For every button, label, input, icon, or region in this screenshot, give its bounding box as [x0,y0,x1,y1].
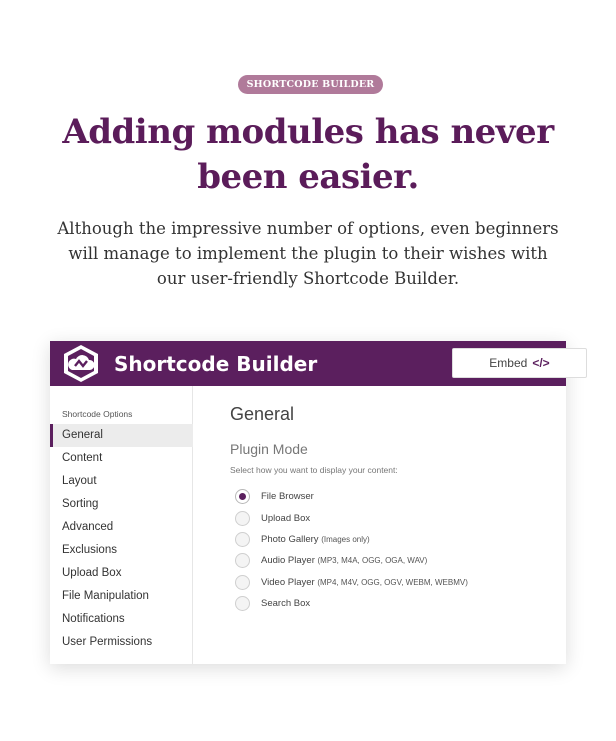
option-label: Photo Gallery (Images only) [261,533,370,545]
radio-button[interactable] [235,596,250,612]
option-note: (MP4, M4V, OGG, OGV, WEBM, WEBMV) [317,577,468,587]
option-file-browser[interactable]: File Browser [235,486,468,507]
radio-button[interactable] [235,553,250,569]
sidebar-item-exclusions[interactable]: Exclusions [50,539,193,562]
plugin-mode-options: File Browser Upload Box Photo Gallery (I… [235,486,468,614]
plugin-mode-helper: Select how you want to display your cont… [230,465,398,475]
plugin-mode-title: Plugin Mode [230,441,308,457]
embed-button-label: Embed [489,356,528,370]
cloud-logo-icon [64,345,98,382]
option-label: Upload Box [261,512,311,524]
option-photo-gallery[interactable]: Photo Gallery (Images only) [235,529,468,550]
option-label: Search Box [261,598,311,610]
code-icon: </> [532,356,550,370]
sidebar-item-upload-box[interactable]: Upload Box [50,562,193,585]
option-upload-box[interactable]: Upload Box [235,507,468,528]
section-badge: SHORTCODE BUILDER [238,75,383,94]
radio-button[interactable] [235,531,250,547]
headline-line-1: Adding modules has never [62,112,554,152]
radio-button[interactable] [235,574,250,590]
section-title: General [230,404,295,424]
sidebar-item-content[interactable]: Content [50,447,193,470]
sidebar-item-file-manipulation[interactable]: File Manipulation [50,585,193,608]
sidebar-item-advanced[interactable]: Advanced [50,516,193,539]
sidebar-item-notifications[interactable]: Notifications [50,608,193,631]
intro-line-2: will manage to implement the plugin to t… [68,244,548,263]
sidebar-heading: Shortcode Options [62,409,133,419]
options-sidebar: Shortcode Options General Content Layout… [50,386,193,664]
option-video-player[interactable]: Video Player (MP4, M4V, OGG, OGV, WEBM, … [235,572,468,593]
intro-text: Although the impressive number of option… [40,216,576,291]
options-nav: General Content Layout Sorting Advanced … [50,424,193,654]
option-audio-player[interactable]: Audio Player (MP3, M4A, OGG, OGA, WAV) [235,550,468,571]
builder-title: Shortcode Builder [114,352,318,376]
headline-line-2: been easier. [197,157,419,197]
option-search-box[interactable]: Search Box [235,593,468,614]
option-label: File Browser [261,491,314,503]
intro-line-3: our user-friendly Shortcode Builder. [156,269,460,288]
sidebar-item-sorting[interactable]: Sorting [50,493,193,516]
radio-button[interactable] [235,510,250,526]
headline: Adding modules has never been easier. [40,110,576,200]
sidebar-item-user-permissions[interactable]: User Permissions [50,631,193,654]
sidebar-item-general[interactable]: General [50,424,193,447]
option-label: Video Player (MP4, M4V, OGG, OGV, WEBM, … [261,576,468,588]
intro-line-1: Although the impressive number of option… [57,219,559,238]
option-note: (MP3, M4A, OGG, OGA, WAV) [317,556,428,566]
embed-button[interactable]: Embed </> [452,348,587,378]
option-note: (Images only) [321,534,370,544]
builder-header: Shortcode Builder Embed </> [50,341,587,386]
shortcode-builder-window: Shortcode Builder Embed </> Shortcode Op… [50,341,587,664]
radio-button-selected[interactable] [235,489,250,505]
sidebar-item-layout[interactable]: Layout [50,470,193,493]
option-label: Audio Player (MP3, M4A, OGG, OGA, WAV) [261,555,428,567]
settings-panel: General Plugin Mode Select how you want … [230,386,550,664]
